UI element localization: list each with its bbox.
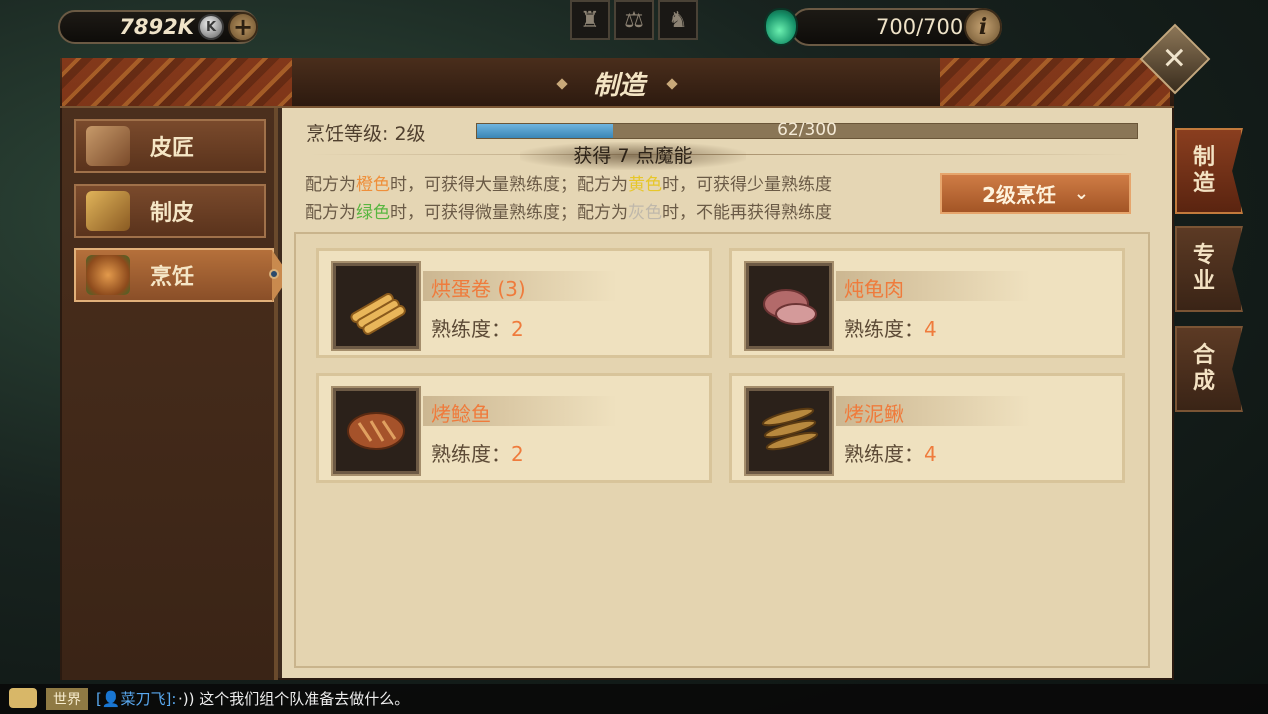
chat-username[interactable]: [👤菜刀飞]: [96,688,176,709]
sidebar-item-leatherworking[interactable]: 皮匠 [74,119,266,173]
recipe-name: 烤泥鳅 [844,402,904,426]
potion-icon [764,8,798,46]
coin-icon: K [198,14,224,40]
roast-chicken-icon [86,255,130,295]
hint-line-2: 配方为绿色时，可获得微量熟练度；配方为灰色时，不能再获得熟练度 [305,203,832,223]
info-icon[interactable]: i [964,8,1002,46]
tab-craft[interactable]: 制造 [1175,128,1243,214]
sidebar-item-label: 皮匠 [150,136,195,161]
add-currency-button[interactable]: + [228,12,258,42]
tab-label: 制造 [1192,145,1215,196]
grilled-loach-icon [744,386,834,476]
sidebar-item-skinning[interactable]: 制皮 [74,184,266,238]
scroll-tools-icon [86,126,130,166]
recipe-proficiency: 熟练度：2 [431,442,524,466]
cooking-level-label: 烹饪等级: 2级 [306,123,426,145]
recipe-proficiency: 熟练度：4 [844,317,937,341]
chat-bubble-icon[interactable] [9,688,37,708]
skill-slot-3-icon[interactable]: ♞ [658,0,698,40]
chat-channel-badge[interactable]: 世界 [46,688,88,710]
header-ornament-right [940,58,1170,106]
close-icon: ✕ [1162,41,1188,77]
tab-label: 专业 [1192,243,1215,294]
sidebar-item-cooking[interactable]: 烹饪 [74,248,274,302]
sidebar-item-label: 制皮 [150,201,195,226]
tab-synthesis[interactable]: 合成 [1175,326,1243,412]
recipe-name: 烤鲶鱼 [431,402,491,426]
grilled-catfish-icon [331,386,421,476]
active-item-gem [269,269,279,279]
recipe-name: 炖龟肉 [844,277,904,301]
hint-line-1: 配方为橙色时，可获得大量熟练度；配方为黄色时，可获得少量熟练度 [305,175,832,195]
egg-roll-icon [331,261,421,351]
turtle-meat-icon [744,261,834,351]
recipe-proficiency: 熟练度：2 [431,317,524,341]
dropdown-label: 2级烹饪 [981,183,1056,207]
recipe-proficiency: 熟练度：4 [844,442,937,466]
currency-value: 7892K [119,15,194,39]
scales-icon[interactable]: ⚖ [614,0,654,40]
cooking-level-dropdown[interactable]: 2级烹饪 ⌄ [940,173,1131,214]
sidebar-item-label: 烹饪 [150,265,195,290]
chevron-down-icon: ⌄ [1073,183,1089,204]
recipe-card[interactable]: 烘蛋卷 (3) 熟练度：2 [316,248,712,358]
chat-message: ·)) 这个我们组个队准备去做什么。 [178,690,410,708]
recipe-card[interactable]: 炖龟肉 熟练度：4 [729,248,1125,358]
panel-title: 制造 [592,70,645,101]
progress-text: 62/300 [777,120,837,140]
recipe-card[interactable]: 烤泥鳅 熟练度：4 [729,373,1125,483]
tab-profession[interactable]: 专业 [1175,226,1243,312]
tab-label: 合成 [1192,343,1215,394]
energy-value: 700/700 [876,15,964,39]
leather-icon [86,191,130,231]
skill-slot-1-icon[interactable]: ♜ [570,0,610,40]
header-ornament-left [62,58,292,106]
recipe-card[interactable]: 烤鲶鱼 熟练度：2 [316,373,712,483]
recipe-name: 烘蛋卷 (3) [431,277,526,301]
gain-energy-text: 获得 7 点魔能 [520,142,746,170]
